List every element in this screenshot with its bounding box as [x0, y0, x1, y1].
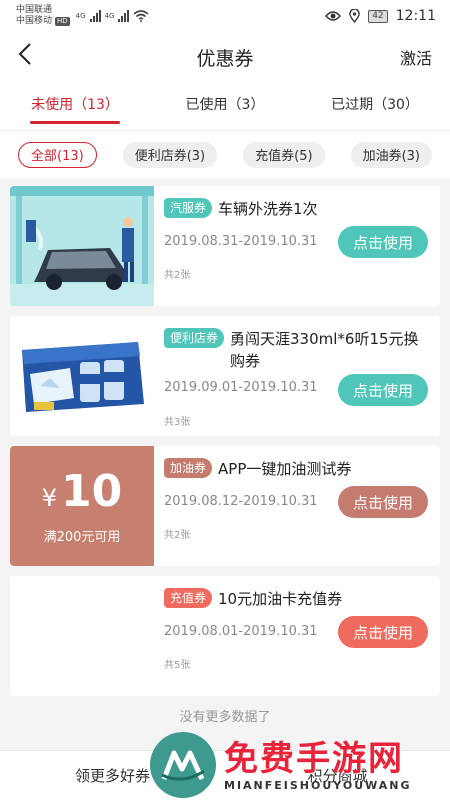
face-value: 10	[61, 465, 123, 517]
face-condition: 满200元可用	[43, 529, 121, 545]
filter-chips: 全部(13) 便利店券(3) 充值券(5) 加油券(3)	[0, 130, 450, 178]
use-button[interactable]: 点击使用	[338, 486, 428, 518]
nav-bar: 优惠券 激活	[0, 32, 450, 82]
coupon-tag: 充值券	[164, 588, 213, 608]
coupon-count: 共3张	[164, 417, 191, 428]
get-more-coupons-button[interactable]: 领更多好券	[0, 765, 225, 786]
currency-symbol: ¥	[41, 483, 58, 512]
tab-expired[interactable]: 已过期（30）	[300, 94, 450, 124]
car-wash-image	[10, 186, 154, 306]
coupon-card[interactable]: 充值券 10元加油卡充值券 2019.08.01-2019.10.31 共5张 …	[10, 576, 440, 696]
coupon-face: ¥10 满200元可用	[10, 446, 154, 566]
coupon-validity: 2019.08.12-2019.10.31	[164, 494, 318, 509]
back-icon[interactable]	[18, 42, 48, 73]
coupon-title: 车辆外洗券1次	[218, 200, 318, 218]
coupon-count: 共2张	[164, 530, 191, 541]
coupon-image-blank	[10, 576, 154, 696]
tab-unused[interactable]: 未使用（13）	[0, 94, 150, 124]
coupon-card[interactable]: ¥10 满200元可用 加油券 APP一键加油测试券 2019.08.12-20…	[10, 446, 440, 566]
filter-recharge[interactable]: 充值券(5)	[243, 141, 325, 168]
activate-button[interactable]: 激活	[400, 45, 432, 69]
coupon-tag: 便利店券	[164, 328, 225, 348]
hd-badge: HD	[55, 17, 70, 26]
coupon-count: 共5张	[164, 660, 191, 671]
coupon-tag: 汽服券	[164, 198, 213, 218]
use-button[interactable]: 点击使用	[338, 616, 428, 648]
signal-icon	[118, 10, 130, 22]
coupon-validity: 2019.09.01-2019.10.31	[164, 380, 318, 395]
carrier-2: 中国移动	[16, 16, 53, 26]
coupon-title: APP一键加油测试券	[218, 460, 352, 478]
filter-fuel[interactable]: 加油券(3)	[350, 141, 432, 168]
coupon-validity: 2019.08.31-2019.10.31	[164, 234, 318, 249]
status-tabs: 未使用（13） 已使用（3） 已过期（30）	[0, 82, 450, 130]
coupon-title: 勇闯天涯330ml*6听15元换购券	[230, 330, 419, 370]
bottom-bar: 领更多好券 积分商城	[0, 750, 450, 800]
wifi-icon	[133, 10, 149, 22]
coupon-count: 共2张	[164, 270, 191, 281]
status-bar: 中国联通 中国移动 HD 4G 4G 42 12:11	[0, 0, 450, 32]
tab-used[interactable]: 已使用（3）	[150, 94, 300, 124]
eye-icon	[325, 11, 342, 21]
coupon-list: 汽服券 车辆外洗券1次 2019.08.31-2019.10.31 共2张 点击…	[0, 178, 450, 725]
signal-icons: 4G 4G	[76, 10, 150, 22]
coupon-tag: 加油券	[164, 458, 213, 478]
coupon-card[interactable]: 便利店券 勇闯天涯330ml*6听15元换购券 2019.09.01-2019.…	[10, 316, 440, 436]
net-type-2: 4G	[104, 12, 115, 20]
net-type-1: 4G	[75, 12, 86, 20]
filter-convenience[interactable]: 便利店券(3)	[122, 141, 218, 168]
points-mall-button[interactable]: 积分商城	[225, 765, 450, 786]
coupon-title: 10元加油卡充值券	[218, 590, 343, 608]
coupon-card[interactable]: 汽服券 车辆外洗券1次 2019.08.31-2019.10.31 共2张 点击…	[10, 186, 440, 306]
signal-icon	[89, 10, 101, 22]
page-title: 优惠券	[196, 47, 254, 70]
battery-icon: 42	[368, 9, 388, 23]
clock: 12:11	[395, 8, 436, 24]
location-icon	[349, 9, 361, 23]
use-button[interactable]: 点击使用	[338, 374, 428, 406]
use-button[interactable]: 点击使用	[338, 226, 428, 258]
beer-pack-image	[10, 316, 154, 436]
coupon-validity: 2019.08.01-2019.10.31	[164, 624, 318, 639]
no-more-text: 没有更多数据了	[179, 710, 271, 725]
filter-all[interactable]: 全部(13)	[18, 141, 97, 168]
carrier-1: 中国联通	[16, 5, 53, 15]
